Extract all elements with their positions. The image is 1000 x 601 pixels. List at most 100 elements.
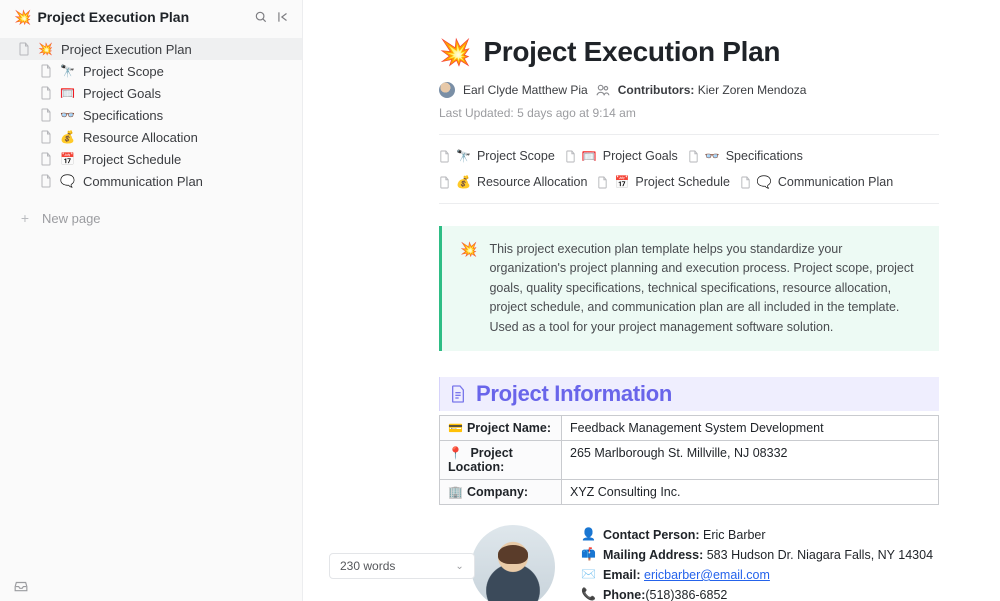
project-info-table: 💳Project Name: Feedback Management Syste… (439, 415, 939, 505)
collision-icon: 💥 (14, 9, 31, 26)
info-value: XYZ Consulting Inc. (562, 479, 939, 504)
glasses-icon: 👓 (705, 149, 720, 163)
page-icon (40, 86, 52, 100)
section-link-project-schedule[interactable]: 📅 Project Schedule (597, 175, 729, 189)
mailbox-icon: 📫 (581, 545, 597, 564)
tree-item-label: Project Schedule (83, 152, 181, 167)
goal-net-icon: 🥅 (60, 86, 75, 100)
money-bag-icon: 💰 (456, 175, 471, 189)
author-avatar (439, 82, 455, 98)
page-header: 💥 Project Execution Plan (439, 36, 939, 68)
card-icon: 💳 (448, 421, 463, 435)
sidebar: 💥 Project Execution Plan 💥 Project Execu… (0, 0, 303, 601)
tree-item-project-schedule[interactable]: 📅 Project Schedule (0, 148, 302, 170)
calendar-icon: 📅 (614, 175, 629, 189)
page-icon (740, 176, 751, 189)
page-icon (40, 174, 52, 188)
calendar-icon: 📅 (60, 152, 75, 166)
section-link-label: Project Schedule (635, 175, 730, 189)
contact-person-label: Contact Person: (603, 528, 700, 542)
tree-item-communication-plan[interactable]: 🗨️ Communication Plan (0, 170, 302, 192)
tree-item-project-scope[interactable]: 🔭 Project Scope (0, 60, 302, 82)
section-link-resource-allocation[interactable]: 💰 Resource Allocation (439, 175, 587, 189)
page-icon (439, 176, 450, 189)
page-icon (40, 152, 52, 166)
collapse-sidebar-icon[interactable] (272, 6, 294, 28)
callout-text: This project execution plan template hel… (489, 240, 921, 337)
tree-item-project-goals[interactable]: 🥅 Project Goals (0, 82, 302, 104)
contact-person-value: Eric Barber (703, 528, 766, 542)
section-link-label: Specifications (726, 149, 803, 163)
page-icon (40, 108, 52, 122)
page-content: 💥 Project Execution Plan Earl Clyde Matt… (439, 36, 939, 601)
info-label: Company: (467, 485, 528, 499)
page-icon (40, 64, 52, 78)
tree-item-label: Resource Allocation (83, 130, 198, 145)
sidebar-footer (0, 571, 302, 601)
phone-label: Phone: (603, 588, 645, 601)
info-value: 265 Marlborough St. Millville, NJ 08332 (562, 440, 939, 479)
section-link-specifications[interactable]: 👓 Specifications (688, 149, 803, 163)
page-icon (439, 150, 450, 163)
contact-avatar (471, 525, 555, 601)
tree-item-resource-allocation[interactable]: 💰 Resource Allocation (0, 126, 302, 148)
mailing-address-value: 583 Hudson Dr. Niagara Falls, NY 14304 (707, 548, 933, 562)
table-row: 💳Project Name: Feedback Management Syste… (440, 415, 939, 440)
office-icon: 🏢 (448, 485, 463, 499)
tree-item-label: Project Scope (83, 64, 164, 79)
section-link-label: Communication Plan (778, 175, 893, 189)
sidebar-header: 💥 Project Execution Plan (0, 0, 302, 34)
page-tree: 💥 Project Execution Plan 🔭 Project Scope… (0, 34, 302, 196)
contributors-label: Contributors: (618, 83, 695, 97)
page-title: Project Execution Plan (483, 36, 780, 68)
contributors-value: Kier Zoren Mendoza (698, 83, 807, 97)
email-link[interactable]: ericbarber@email.com (644, 568, 770, 582)
telescope-icon: 🔭 (60, 64, 75, 78)
goal-net-icon: 🥅 (582, 149, 597, 163)
phone-value: (518)386-6852 (645, 588, 727, 601)
tree-item-label: Communication Plan (83, 174, 203, 189)
info-label: Project Name: (467, 421, 551, 435)
collision-icon: 💥 (439, 37, 471, 68)
new-page-label: New page (42, 211, 101, 226)
email-label: Email: (603, 568, 641, 582)
table-row: 🏢 Company: XYZ Consulting Inc. (440, 479, 939, 504)
section-link-project-scope[interactable]: 🔭 Project Scope (439, 149, 555, 163)
section-title: Project Information (476, 381, 672, 407)
main: 💥 Project Execution Plan Earl Clyde Matt… (303, 0, 1000, 601)
new-page-button[interactable]: + New page (0, 204, 302, 232)
person-icon: 👤 (581, 525, 597, 544)
byline: Earl Clyde Matthew Pia Contributors: Kie… (439, 82, 939, 135)
section-link-label: Resource Allocation (477, 175, 587, 189)
section-link-communication-plan[interactable]: 🗨️ Communication Plan (740, 175, 893, 189)
inbox-icon[interactable] (14, 579, 28, 593)
mailing-address-label: Mailing Address: (603, 548, 703, 562)
section-links: 🔭 Project Scope 🥅 Project Goals 👓 Specif… (439, 149, 939, 204)
intro-callout: 💥 This project execution plan template h… (439, 226, 939, 351)
pin-icon: 📍 (448, 446, 463, 460)
glasses-icon: 👓 (60, 108, 75, 122)
section-link-project-goals[interactable]: 🥅 Project Goals (565, 149, 678, 163)
tree-item-project-execution-plan[interactable]: 💥 Project Execution Plan (0, 38, 302, 60)
search-icon[interactable] (250, 6, 272, 28)
collision-icon: 💥 (460, 240, 477, 337)
tree-item-label: Project Execution Plan (61, 42, 192, 57)
speech-bubble-icon: 🗨️ (757, 175, 772, 189)
tree-item-specifications[interactable]: 👓 Specifications (0, 104, 302, 126)
page-icon (688, 150, 699, 163)
tree-item-label: Specifications (83, 108, 163, 123)
collision-icon: 💥 (38, 42, 53, 56)
people-icon (596, 84, 610, 96)
page-icon (565, 150, 576, 163)
sidebar-title: Project Execution Plan (37, 9, 250, 25)
chevron-down-icon: ⌄ (455, 561, 463, 572)
table-row: 📍 Project Location: 265 Marlborough St. … (440, 440, 939, 479)
tree-item-label: Project Goals (83, 86, 161, 101)
word-count-pill[interactable]: 230 words ⌄ (329, 553, 475, 579)
document-icon (450, 384, 466, 404)
envelope-icon: ✉️ (581, 565, 597, 584)
contact-block: 👤 Contact Person: Eric Barber 📫 Mailing Ad… (471, 525, 939, 601)
word-count-text: 230 words (340, 559, 395, 573)
telescope-icon: 🔭 (456, 149, 471, 163)
page-icon (18, 42, 30, 56)
